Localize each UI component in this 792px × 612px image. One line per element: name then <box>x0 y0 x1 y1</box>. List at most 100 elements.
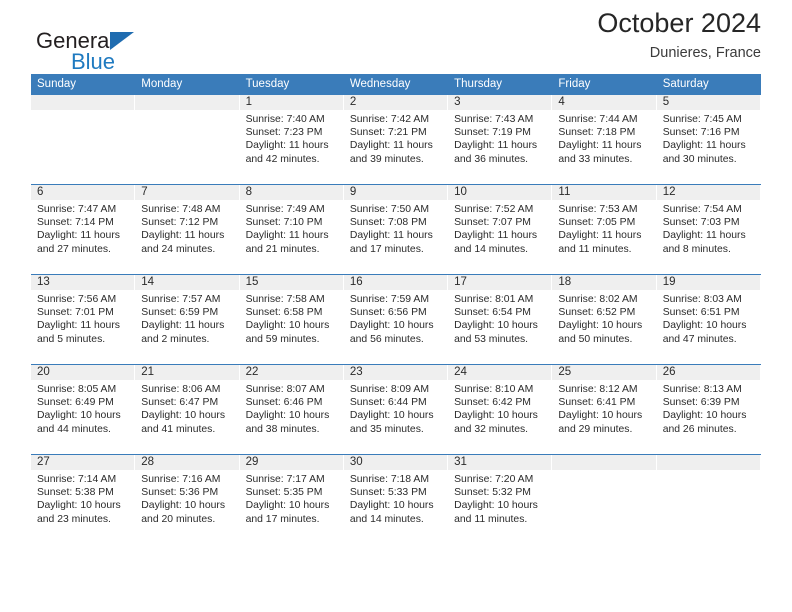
calendar-cell[interactable] <box>552 454 657 544</box>
daylight-duration-line2: and 35 minutes. <box>349 423 424 435</box>
calendar-cell-day: 30 Sunrise: 7:18 AM Sunset: 5:33 PM Dayligh… <box>343 455 449 544</box>
calendar-cell-day: 31 Sunrise: 7:20 AM Sunset: 5:32 PM Dayligh… <box>448 455 553 544</box>
day-number: 22 <box>239 365 344 380</box>
day-number: 14 <box>135 275 240 290</box>
calendar-cell[interactable]: 1 Sunrise: 7:40 AM Sunset: 7:23 PM Daylight… <box>239 95 344 185</box>
sunset-time: Sunset: 6:39 PM <box>662 397 740 409</box>
day-number: 26 <box>656 365 761 380</box>
calendar-cell[interactable]: 9 Sunrise: 7:50 AM Sunset: 7:08 PM Daylight… <box>343 184 449 275</box>
sunrise-time: Sunrise: 8:10 AM <box>454 384 534 395</box>
day-details: Sunrise: 7:40 AM Sunset: 7:23 PM Daylight:… <box>240 110 344 166</box>
day-details: Sunrise: 8:07 AM Sunset: 6:46 PM Daylight:… <box>240 380 344 436</box>
calendar-cell[interactable]: 7 Sunrise: 7:48 AM Sunset: 7:12 PM Daylight… <box>135 184 240 275</box>
calendar-cell[interactable]: 5 Sunrise: 7:45 AM Sunset: 7:16 PM Daylight… <box>656 95 761 185</box>
sunset-time: Sunset: 6:44 PM <box>349 397 427 409</box>
daylight-duration-line1: Daylight: 11 hours <box>454 230 538 242</box>
calendar-cell[interactable] <box>135 95 240 185</box>
calendar-cell-day: 3 Sunrise: 7:43 AM Sunset: 7:19 PM Daylight… <box>448 95 553 184</box>
day-details: Sunrise: 7:17 AM Sunset: 5:35 PM Daylight:… <box>240 470 344 526</box>
daylight-duration-line1: Daylight: 11 hours <box>662 230 746 242</box>
calendar-cell[interactable]: 3 Sunrise: 7:43 AM Sunset: 7:19 PM Daylight… <box>448 95 553 185</box>
calendar-cell[interactable]: 21 Sunrise: 8:06 AM Sunset: 6:47 PM Dayligh… <box>135 364 240 455</box>
day-details: Sunrise: 7:43 AM Sunset: 7:19 PM Daylight:… <box>448 110 552 166</box>
weekday-header-thursday: Thursday <box>448 74 553 95</box>
calendar-cell-day: 13 Sunrise: 7:56 AM Sunset: 7:01 PM Dayligh… <box>31 275 136 364</box>
day-details: Sunrise: 7:20 AM Sunset: 5:32 PM Daylight:… <box>448 470 552 526</box>
daylight-duration-line1: Daylight: 11 hours <box>558 230 642 242</box>
calendar-cell[interactable]: 31 Sunrise: 7:20 AM Sunset: 5:32 PM Dayligh… <box>448 454 553 544</box>
calendar-cell[interactable]: 14 Sunrise: 7:57 AM Sunset: 6:59 PM Dayligh… <box>135 274 240 365</box>
daylight-duration-line2: and 39 minutes. <box>349 153 424 165</box>
calendar-cell-empty <box>31 95 136 184</box>
calendar-cell[interactable]: 20 Sunrise: 8:05 AM Sunset: 6:49 PM Dayligh… <box>31 364 136 455</box>
day-number: 20 <box>31 365 136 380</box>
day-number <box>31 95 136 110</box>
calendar-week-row: 1 Sunrise: 7:40 AM Sunset: 7:23 PM Daylight… <box>31 95 761 185</box>
calendar-cell[interactable]: 17 Sunrise: 8:01 AM Sunset: 6:54 PM Dayligh… <box>448 274 553 365</box>
day-details: Sunrise: 8:13 AM Sunset: 6:39 PM Daylight:… <box>657 380 761 436</box>
day-details: Sunrise: 7:58 AM Sunset: 6:58 PM Daylight:… <box>240 290 344 346</box>
calendar-cell-day: 28 Sunrise: 7:16 AM Sunset: 5:36 PM Dayligh… <box>135 455 240 544</box>
calendar-cell[interactable]: 23 Sunrise: 8:09 AM Sunset: 6:44 PM Dayligh… <box>343 364 449 455</box>
calendar-cell[interactable]: 28 Sunrise: 7:16 AM Sunset: 5:36 PM Dayligh… <box>135 454 240 544</box>
sunset-time: Sunset: 7:07 PM <box>454 217 531 229</box>
calendar-cell-empty <box>656 455 761 544</box>
calendar-cell[interactable]: 22 Sunrise: 8:07 AM Sunset: 6:46 PM Dayligh… <box>239 364 344 455</box>
daylight-duration-line2: and 27 minutes. <box>37 243 111 255</box>
calendar-cell[interactable]: 8 Sunrise: 7:49 AM Sunset: 7:10 PM Daylight… <box>239 184 344 275</box>
calendar-cell[interactable]: 29 Sunrise: 7:17 AM Sunset: 5:35 PM Dayligh… <box>239 454 344 544</box>
calendar-cell[interactable]: 27 Sunrise: 7:14 AM Sunset: 5:38 PM Dayligh… <box>31 454 136 544</box>
day-number: 25 <box>552 365 657 380</box>
calendar-cell[interactable]: 26 Sunrise: 8:13 AM Sunset: 6:39 PM Dayligh… <box>656 364 761 455</box>
calendar-cell[interactable]: 12 Sunrise: 7:54 AM Sunset: 7:03 PM Dayligh… <box>656 184 761 275</box>
day-details: Sunrise: 7:42 AM Sunset: 7:21 PM Daylight:… <box>344 110 448 166</box>
calendar-cell[interactable]: 10 Sunrise: 7:52 AM Sunset: 7:07 PM Dayligh… <box>448 184 553 275</box>
day-number: 12 <box>656 185 761 200</box>
sunrise-time: Sunrise: 7:53 AM <box>558 204 638 215</box>
weekday-header-tuesday: Tuesday <box>239 74 344 95</box>
day-number: 4 <box>552 95 657 110</box>
daylight-duration-line2: and 24 minutes. <box>141 243 216 255</box>
triangle-icon <box>110 32 134 50</box>
calendar-cell[interactable]: 18 Sunrise: 8:02 AM Sunset: 6:52 PM Dayligh… <box>552 274 657 365</box>
calendar-body: 1 Sunrise: 7:40 AM Sunset: 7:23 PM Daylight… <box>31 95 761 544</box>
daylight-duration-line2: and 17 minutes. <box>349 243 424 255</box>
sunset-time: Sunset: 6:54 PM <box>454 307 531 319</box>
calendar-cell[interactable]: 11 Sunrise: 7:53 AM Sunset: 7:05 PM Dayligh… <box>552 184 657 275</box>
calendar-cell[interactable] <box>656 454 761 544</box>
daylight-duration-line2: and 29 minutes. <box>558 423 633 435</box>
day-number: 17 <box>448 275 553 290</box>
calendar-cell[interactable]: 19 Sunrise: 8:03 AM Sunset: 6:51 PM Dayligh… <box>656 274 761 365</box>
calendar-cell-day: 19 Sunrise: 8:03 AM Sunset: 6:51 PM Dayligh… <box>656 275 761 364</box>
cell-divider <box>760 290 761 364</box>
calendar-cell[interactable]: 25 Sunrise: 8:12 AM Sunset: 6:41 PM Dayligh… <box>552 364 657 455</box>
day-details: Sunrise: 8:01 AM Sunset: 6:54 PM Daylight:… <box>448 290 552 346</box>
calendar-cell[interactable]: 6 Sunrise: 7:47 AM Sunset: 7:14 PM Daylight… <box>31 184 136 275</box>
calendar-cell[interactable]: 13 Sunrise: 7:56 AM Sunset: 7:01 PM Dayligh… <box>31 274 136 365</box>
day-details: Sunrise: 7:18 AM Sunset: 5:33 PM Daylight:… <box>344 470 448 526</box>
calendar-cell[interactable]: 16 Sunrise: 7:59 AM Sunset: 6:56 PM Dayligh… <box>343 274 449 365</box>
calendar-cell[interactable]: 30 Sunrise: 7:18 AM Sunset: 5:33 PM Dayligh… <box>343 454 449 544</box>
daylight-duration-line1: Daylight: 10 hours <box>558 320 643 332</box>
calendar-cell[interactable]: 2 Sunrise: 7:42 AM Sunset: 7:21 PM Daylight… <box>343 95 449 185</box>
daylight-duration-line1: Daylight: 11 hours <box>141 320 225 332</box>
calendar-cell[interactable]: 24 Sunrise: 8:10 AM Sunset: 6:42 PM Dayligh… <box>448 364 553 455</box>
general-blue-logo[interactable]: General Blue <box>36 28 216 76</box>
sunset-time: Sunset: 6:52 PM <box>558 307 636 319</box>
day-number: 29 <box>239 455 344 470</box>
calendar-cell[interactable]: 4 Sunrise: 7:44 AM Sunset: 7:18 PM Daylight… <box>552 95 657 185</box>
daylight-duration-line1: Daylight: 11 hours <box>245 140 329 152</box>
sunset-time: Sunset: 6:42 PM <box>454 397 531 409</box>
calendar-cell[interactable]: 15 Sunrise: 7:58 AM Sunset: 6:58 PM Dayligh… <box>239 274 344 365</box>
weekday-header-friday: Friday <box>552 74 657 95</box>
calendar-cell-day: 26 Sunrise: 8:13 AM Sunset: 6:39 PM Dayligh… <box>656 365 761 454</box>
day-details: Sunrise: 7:49 AM Sunset: 7:10 PM Daylight:… <box>240 200 344 256</box>
day-details: Sunrise: 8:03 AM Sunset: 6:51 PM Daylight:… <box>657 290 761 346</box>
calendar-cell[interactable] <box>31 95 136 185</box>
day-number <box>135 95 240 110</box>
daylight-duration-line2: and 47 minutes. <box>662 333 737 345</box>
sunset-time: Sunset: 6:51 PM <box>662 307 740 319</box>
calendar-table: Sunday Monday Tuesday Wednesday Thursday… <box>31 74 761 544</box>
day-number: 13 <box>31 275 136 290</box>
day-number: 3 <box>448 95 553 110</box>
